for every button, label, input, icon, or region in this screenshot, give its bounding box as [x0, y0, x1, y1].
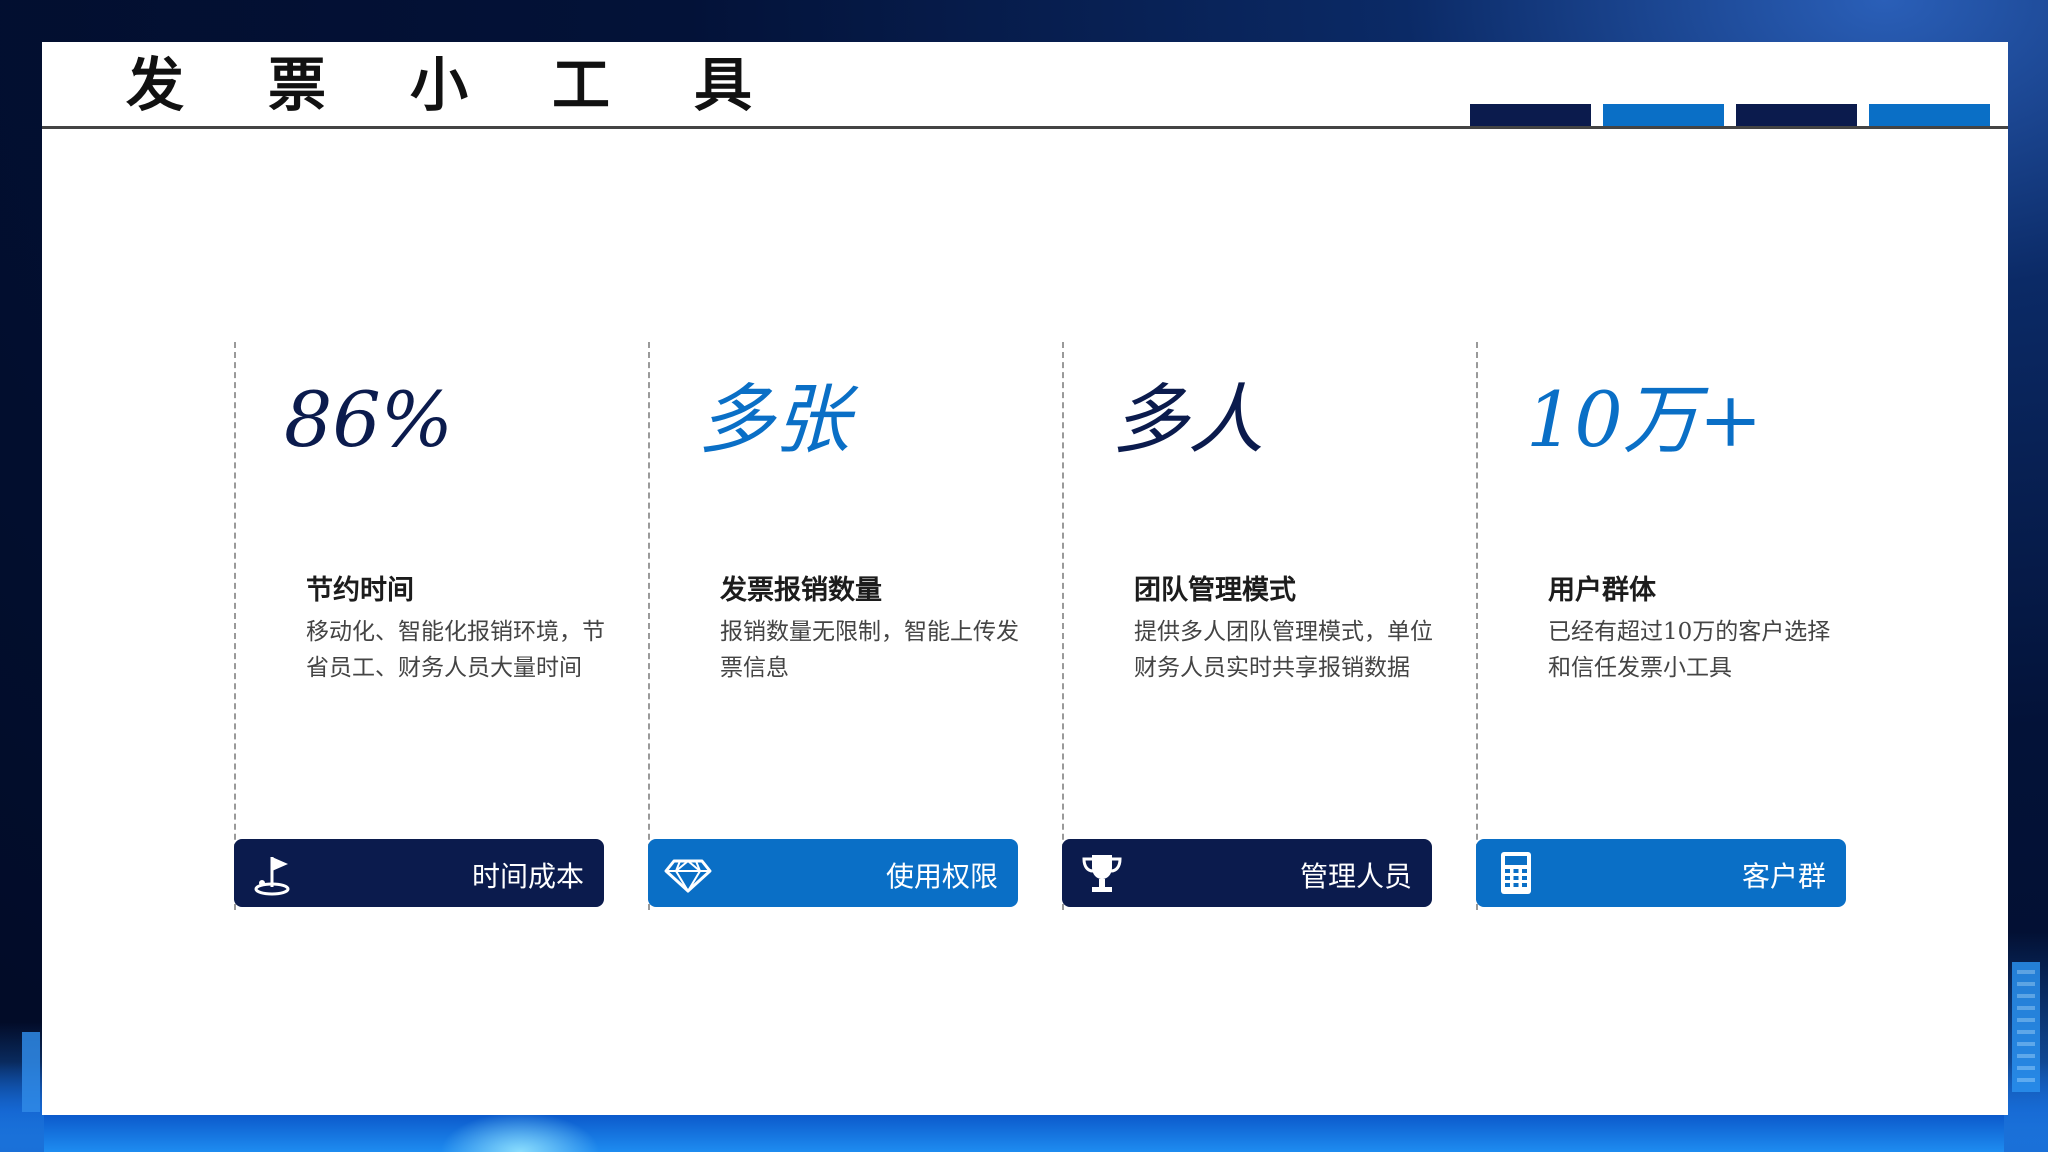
slide-title: 发票小工具 — [126, 51, 837, 119]
stat-value: 多人 — [1112, 375, 1264, 464]
title-divider — [42, 126, 2008, 129]
stat-footer-label: 客户群 — [1741, 860, 1826, 893]
header-bar — [1603, 104, 1724, 126]
background-building-left — [22, 1032, 40, 1112]
stat-description: 已经有超过10万的客户选择和信任发票小工具 — [1548, 619, 1831, 681]
stat-heading: 发票报销数量 — [720, 575, 882, 606]
stat-heading: 团队管理模式 — [1134, 575, 1296, 606]
stat-description: 报销数量无限制，智能上传发票信息 — [720, 619, 1019, 681]
header-bar — [1869, 104, 1990, 126]
stat-footer-bar: 时间成本 — [234, 839, 604, 907]
background-building-right — [2012, 962, 2040, 1092]
stat-footer-label: 管理人员 — [1299, 860, 1412, 893]
header-bar — [1736, 104, 1857, 126]
stat-value: 10万+ — [1526, 375, 1763, 464]
stat-footer-bar: 管理人员 — [1062, 839, 1432, 907]
diamond-icon — [664, 859, 712, 893]
stat-heading: 节约时间 — [306, 575, 414, 606]
stat-column-users: 10万+ 用户群体 已经有超过10万的客户选择和信任发票小工具 客户群 — [1476, 342, 1848, 910]
stat-column-time: 86% 节约时间 移动化、智能化报销环境，节省员工、财务人员大量时间 时间成本 — [234, 342, 606, 910]
header-accent-bars — [1470, 104, 1990, 126]
stat-heading: 用户群体 — [1548, 575, 1656, 606]
stat-footer-label: 时间成本 — [471, 860, 584, 893]
slide-panel: 发票小工具 86% 节约时间 移动化、智能化报销环境，节省员工、财务人员大量时间… — [42, 42, 2008, 1115]
stat-footer-label: 使用权限 — [885, 860, 998, 893]
stat-column-quantity: 多张 发票报销数量 报销数量无限制，智能上传发票信息 使用权限 — [648, 342, 1020, 910]
header-bar — [1470, 104, 1591, 126]
golf-flag-icon — [254, 857, 290, 896]
calculator-icon — [1501, 852, 1531, 894]
stat-description: 提供多人团队管理模式，单位财务人员实时共享报销数据 — [1134, 619, 1433, 681]
stat-footer-bar: 客户群 — [1476, 839, 1846, 907]
stat-column-team: 多人 团队管理模式 提供多人团队管理模式，单位财务人员实时共享报销数据 管理人员 — [1062, 342, 1434, 910]
trophy-icon — [1082, 855, 1122, 892]
stat-footer-bar: 使用权限 — [648, 839, 1018, 907]
stat-description: 移动化、智能化报销环境，节省员工、财务人员大量时间 — [306, 619, 605, 681]
stat-value: 多张 — [698, 375, 850, 464]
stat-value: 86% — [284, 375, 453, 464]
